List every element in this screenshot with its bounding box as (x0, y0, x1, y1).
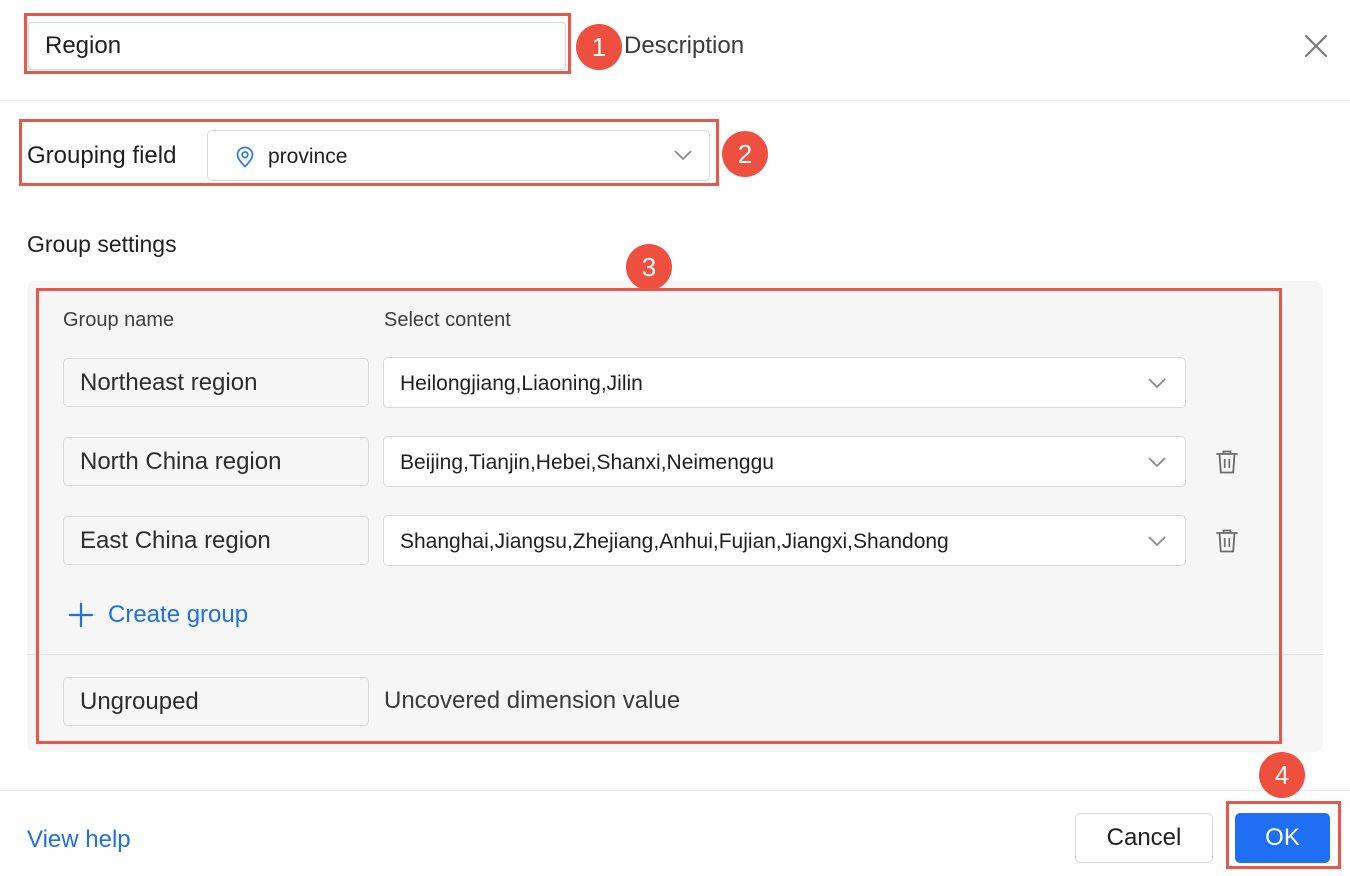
annotation-badge-4: 4 (1259, 752, 1305, 798)
chevron-down-icon (1148, 457, 1166, 468)
description-label[interactable]: Description (624, 32, 744, 60)
group-name-input[interactable]: North China region (63, 437, 369, 486)
ungrouped-name-input[interactable]: Ungrouped (63, 677, 369, 726)
trash-icon[interactable] (1215, 528, 1239, 554)
grouping-field-value: province (268, 145, 348, 168)
create-group-label: Create group (108, 601, 249, 628)
ok-button[interactable]: OK (1235, 813, 1330, 863)
annotation-badge-3: 3 (626, 244, 672, 290)
annotation-badge-1: 1 (576, 24, 622, 70)
view-help-link[interactable]: View help (27, 826, 131, 854)
trash-icon[interactable] (1215, 449, 1239, 475)
chevron-down-icon (1148, 378, 1166, 389)
grouping-field-label: Grouping field (27, 142, 177, 169)
close-icon[interactable] (1300, 30, 1332, 62)
annotation-badge-2: 2 (722, 131, 768, 177)
chevron-down-icon (1148, 536, 1166, 547)
cancel-button[interactable]: Cancel (1075, 813, 1213, 863)
group-content-select[interactable]: Heilongjiang,Liaoning,Jilin (383, 357, 1186, 408)
column-header-group-name: Group name (63, 309, 175, 331)
group-content-value: Beijing,Tianjin,Hebei,Shanxi,Neimenggu (400, 451, 774, 474)
group-content-value: Shanghai,Jiangsu,Zhejiang,Anhui,Fujian,J… (400, 530, 949, 553)
group-content-value: Heilongjiang,Liaoning,Jilin (400, 372, 643, 395)
create-group-button[interactable]: Create group (68, 598, 248, 632)
group-name-input[interactable]: Northeast region (63, 358, 369, 407)
plus-icon (68, 602, 94, 628)
header-divider (0, 100, 1350, 101)
uncovered-description: Uncovered dimension value (384, 687, 681, 714)
footer-divider (0, 790, 1350, 791)
grouping-field-select[interactable]: province (207, 130, 710, 181)
group-content-select[interactable]: Shanghai,Jiangsu,Zhejiang,Anhui,Fujian,J… (383, 515, 1186, 566)
location-pin-icon (236, 146, 254, 168)
group-name-input[interactable]: East China region (63, 516, 369, 565)
group-content-select[interactable]: Beijing,Tianjin,Hebei,Shanxi,Neimenggu (383, 436, 1186, 487)
panel-divider (27, 654, 1323, 655)
group-settings-title: Group settings (27, 231, 177, 257)
column-header-select-content: Select content (384, 309, 511, 331)
name-input[interactable] (28, 22, 566, 70)
chevron-down-icon (674, 150, 692, 161)
